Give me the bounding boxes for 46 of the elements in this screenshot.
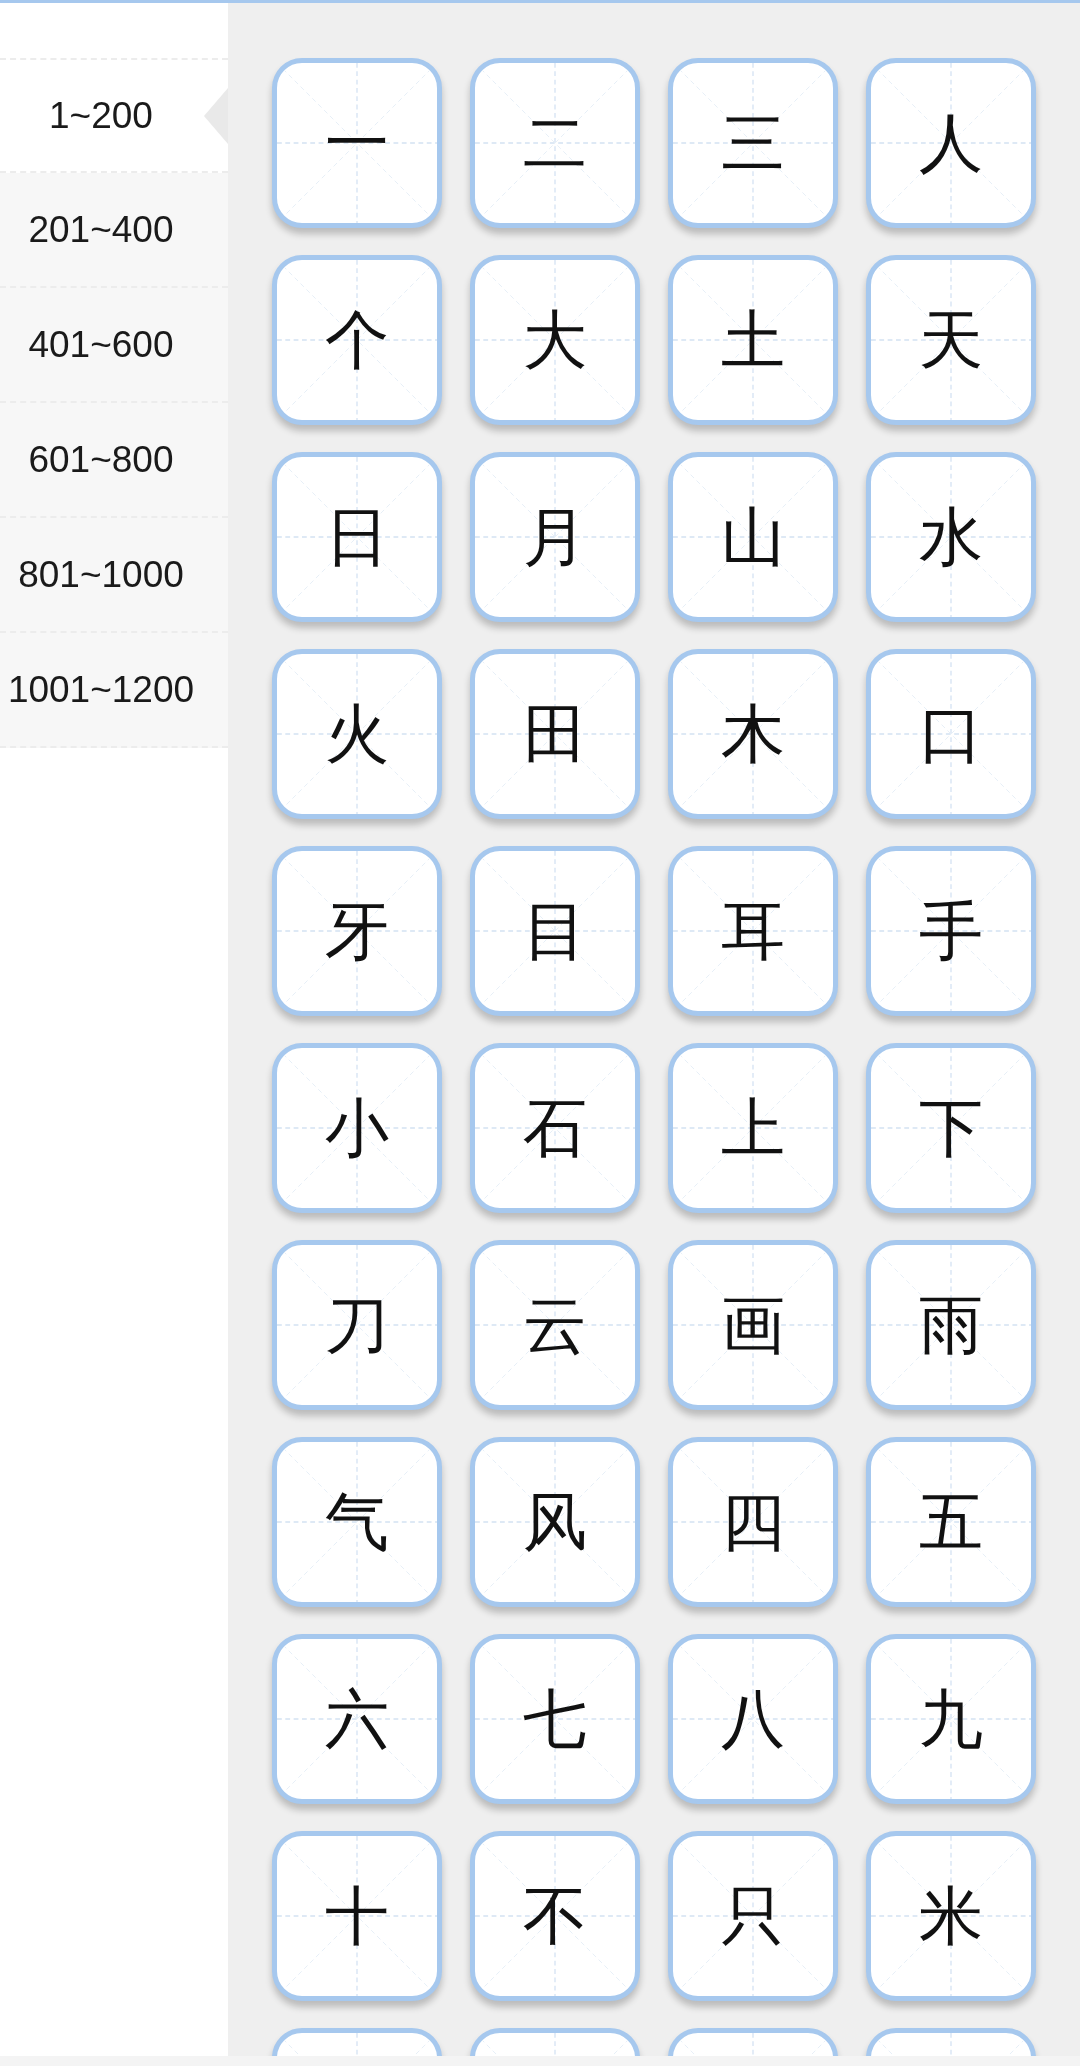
character-card[interactable]: 雨 [866, 1240, 1036, 1410]
character-card[interactable]: 手 [866, 846, 1036, 1016]
range-tab[interactable]: 1~200 [0, 58, 228, 173]
character-card[interactable]: 日 [272, 452, 442, 622]
character-card[interactable]: 五 [866, 1437, 1036, 1607]
character-card[interactable]: 刀 [272, 1240, 442, 1410]
character-card[interactable]: 人 [866, 58, 1036, 228]
character-card[interactable]: 七 [470, 1634, 640, 1804]
character-card[interactable]: 月 [470, 452, 640, 622]
character-card[interactable]: 土 [668, 255, 838, 425]
character-card[interactable]: 个 [272, 255, 442, 425]
character-card[interactable]: 八 [668, 1634, 838, 1804]
range-tab[interactable]: 401~600 [0, 288, 228, 403]
character-card[interactable]: 下 [866, 1043, 1036, 1213]
character-card[interactable]: 二 [470, 58, 640, 228]
character-card[interactable]: 六 [272, 1634, 442, 1804]
character-card[interactable]: 不 [470, 1831, 640, 2001]
character-card[interactable]: 四 [668, 1437, 838, 1607]
character-card[interactable]: 小 [272, 1043, 442, 1213]
character-card[interactable]: 山 [668, 452, 838, 622]
character-card[interactable]: 上 [668, 1043, 838, 1213]
character-card[interactable]: 石 [470, 1043, 640, 1213]
character-card[interactable]: 目 [470, 846, 640, 1016]
range-tab[interactable]: 801~1000 [0, 518, 228, 633]
character-card[interactable]: 田 [470, 649, 640, 819]
character-card[interactable]: 口 [866, 649, 1036, 819]
character-card[interactable]: 天 [866, 255, 1036, 425]
character-card[interactable]: 十 [272, 1831, 442, 2001]
character-card[interactable]: 米 [866, 1831, 1036, 2001]
character-card[interactable]: 只 [668, 1831, 838, 2001]
character-card[interactable]: 云 [470, 1240, 640, 1410]
character-card[interactable]: 耳 [668, 846, 838, 1016]
character-card[interactable]: 水 [866, 452, 1036, 622]
character-card[interactable]: 火 [272, 649, 442, 819]
character-card[interactable]: 画 [668, 1240, 838, 1410]
character-card[interactable]: 一 [272, 58, 442, 228]
character-card[interactable]: 三 [668, 58, 838, 228]
range-tab[interactable]: 1001~1200 [0, 633, 228, 748]
character-card[interactable]: 牙 [272, 846, 442, 1016]
character-card[interactable]: 风 [470, 1437, 640, 1607]
character-card[interactable]: 九 [866, 1634, 1036, 1804]
character-card[interactable]: 大 [470, 255, 640, 425]
range-tab[interactable]: 601~800 [0, 403, 228, 518]
range-tab[interactable]: 201~400 [0, 173, 228, 288]
character-card[interactable]: 木 [668, 649, 838, 819]
character-card[interactable]: 气 [272, 1437, 442, 1607]
